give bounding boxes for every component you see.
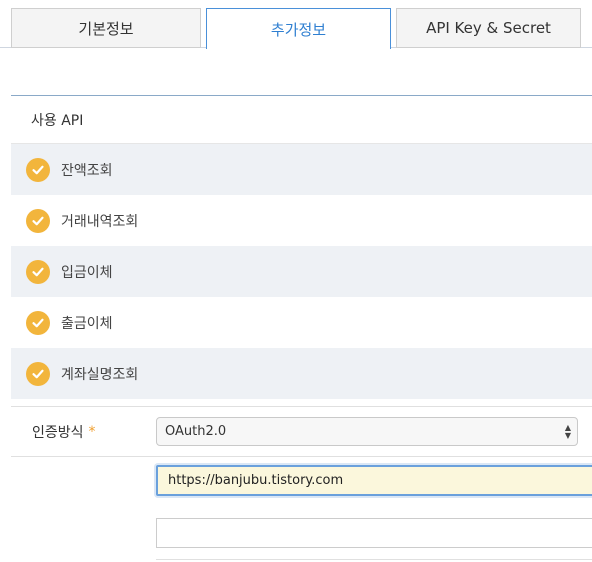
tab-additional-info[interactable]: 추가정보: [206, 8, 391, 49]
api-item-deposit-transfer[interactable]: 입금이체: [11, 246, 592, 297]
tab-bar: 기본정보 추가정보 API Key & Secret: [0, 0, 592, 49]
api-section-header: 사용 API: [11, 96, 592, 144]
check-circle-icon: [26, 310, 50, 335]
auth-method-select[interactable]: OAuth2.0 ▲ ▼: [156, 417, 578, 446]
auth-method-label: 인증방식 *: [32, 420, 96, 444]
api-list: 잔액조회 거래내역조회 입금이체 출금이체 계좌실명조회: [11, 144, 592, 399]
api-item-label: 잔액조회: [61, 162, 113, 179]
api-item-label: 입금이체: [61, 264, 113, 281]
tab-api-key-secret[interactable]: API Key & Secret: [396, 8, 581, 48]
api-item-withdrawal-transfer[interactable]: 출금이체: [11, 297, 592, 348]
callback-url-input[interactable]: https://banjubu.tistory.com: [156, 465, 592, 496]
auth-method-label-text: 인증방식: [32, 425, 84, 441]
check-circle-icon: [26, 208, 50, 233]
form-divider: [11, 456, 592, 457]
form-divider: [11, 406, 592, 407]
api-item-label: 출금이체: [61, 315, 113, 332]
api-item-balance[interactable]: 잔액조회: [11, 144, 592, 195]
api-item-label: 거래내역조회: [61, 213, 139, 230]
auth-method-selected-value: OAuth2.0: [165, 424, 227, 439]
select-arrows-icon: ▲ ▼: [564, 422, 571, 440]
callback-url-value: https://banjubu.tistory.com: [168, 473, 344, 488]
additional-url-input[interactable]: [156, 518, 592, 548]
api-item-transactions[interactable]: 거래내역조회: [11, 195, 592, 246]
api-item-account-name-inquiry[interactable]: 계좌실명조회: [11, 348, 592, 399]
required-mark: *: [88, 424, 96, 440]
check-circle-icon: [26, 259, 50, 284]
form-divider: [156, 559, 592, 560]
page: 기본정보 추가정보 API Key & Secret 사용 API 잔액조회 거…: [0, 0, 592, 562]
check-circle-icon: [26, 361, 50, 386]
api-item-label: 계좌실명조회: [61, 366, 139, 383]
check-circle-icon: [26, 157, 50, 182]
tab-basic-info[interactable]: 기본정보: [11, 8, 201, 48]
